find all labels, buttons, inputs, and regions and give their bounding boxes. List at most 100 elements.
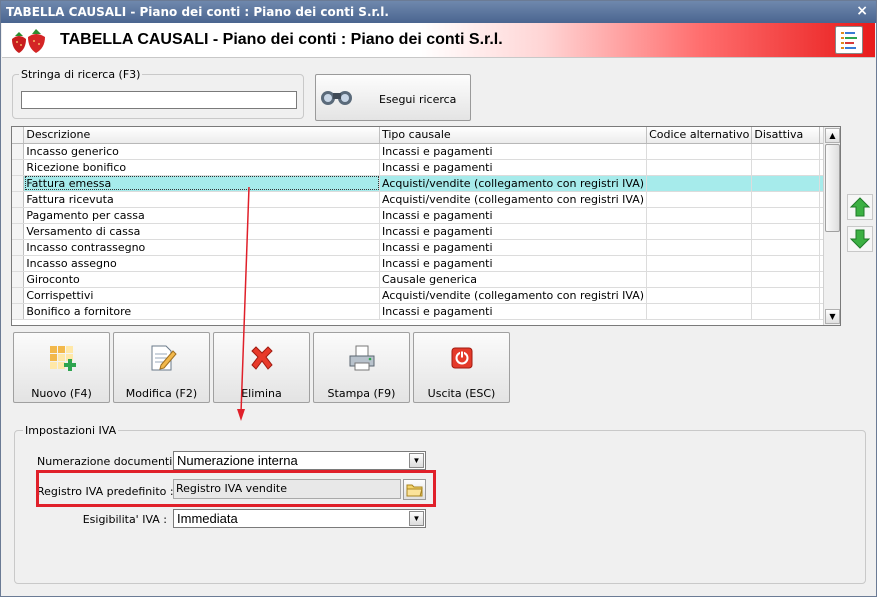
row-indicator [12, 255, 25, 272]
cell-tipo-causale[interactable]: Incassi e pagamenti [379, 143, 648, 160]
numerazione-select[interactable]: Numerazione interna ▼ [173, 451, 426, 470]
cell-tipo-causale[interactable]: Causale generica [379, 271, 648, 288]
cell-descrizione[interactable]: Corrispettivi [23, 287, 380, 304]
table-row[interactable]: Versamento di cassa Incassi e pagamenti [12, 223, 840, 240]
cell-disattiva[interactable] [751, 175, 821, 192]
green-arrow-up-icon [849, 197, 871, 217]
table-row[interactable]: Fattura emessa Acquisti/vendite (collegam… [12, 175, 840, 192]
row-indicator [12, 303, 25, 320]
causali-table[interactable]: Descrizione Tipo causale Codice alternat… [11, 126, 841, 326]
cell-descrizione[interactable]: Versamento di cassa [23, 223, 380, 240]
uscita-button[interactable]: Uscita (ESC) [413, 332, 510, 403]
cell-tipo-causale[interactable]: Incassi e pagamenti [379, 303, 648, 320]
cell-codice-alternativo[interactable] [646, 239, 753, 256]
table-row[interactable]: Incasso generico Incassi e pagamenti [12, 143, 840, 160]
cell-codice-alternativo[interactable] [646, 287, 753, 304]
cell-tipo-causale[interactable]: Acquisti/vendite (collegamento con regis… [379, 175, 648, 192]
table-row[interactable]: Bonifico a fornitore Incassi e pagamenti [12, 303, 840, 320]
chevron-down-icon[interactable]: ▼ [409, 453, 424, 468]
cell-tipo-causale[interactable]: Incassi e pagamenti [379, 255, 648, 272]
cell-disattiva[interactable] [751, 255, 821, 272]
row-indicator [12, 223, 25, 240]
table-row[interactable]: Fattura ricevuta Acquisti/vendite (colleg… [12, 191, 840, 208]
window-title: TABELLA CAUSALI - Piano dei conti : Pian… [6, 5, 389, 19]
cell-disattiva[interactable] [751, 239, 821, 256]
cell-descrizione[interactable]: Ricezione bonifico [23, 159, 380, 176]
column-header-tipo-causale[interactable]: Tipo causale [379, 127, 648, 144]
column-header-codice-alternativo[interactable]: Codice alternativo [646, 127, 753, 144]
row-indicator [12, 143, 25, 160]
move-up-button[interactable] [847, 194, 873, 220]
stampa-button[interactable]: Stampa (F9) [313, 332, 410, 403]
cell-tipo-causale[interactable]: Acquisti/vendite (collegamento con regis… [379, 191, 648, 208]
column-header-disattiva[interactable]: Disattiva [751, 127, 821, 144]
table-row[interactable]: Incasso assegno Incassi e pagamenti [12, 255, 840, 272]
elimina-label: Elimina [241, 387, 282, 400]
nuovo-button[interactable]: Nuovo (F4) [13, 332, 110, 403]
modifica-label: Modifica (F2) [125, 387, 198, 400]
column-header-descrizione[interactable]: Descrizione [23, 127, 380, 144]
registro-browse-button[interactable] [403, 479, 426, 500]
cell-codice-alternativo[interactable] [646, 175, 753, 192]
search-button[interactable]: Esegui ricerca [315, 74, 471, 121]
search-legend: Stringa di ricerca (F3) [19, 68, 143, 81]
strawberries-icon [12, 29, 45, 53]
cell-disattiva[interactable] [751, 159, 821, 176]
cell-descrizione[interactable]: Incasso generico [23, 143, 380, 160]
cell-descrizione[interactable]: Bonifico a fornitore [23, 303, 380, 320]
scroll-thumb[interactable] [825, 144, 840, 232]
cell-codice-alternativo[interactable] [646, 207, 753, 224]
cell-descrizione[interactable]: Fattura ricevuta [23, 191, 380, 208]
cell-descrizione[interactable]: Fattura emessa [23, 175, 380, 192]
cell-tipo-causale[interactable]: Incassi e pagamenti [379, 207, 648, 224]
move-down-button[interactable] [847, 226, 873, 252]
esigibilita-select[interactable]: Immediata ▼ [173, 509, 426, 528]
scroll-down-icon[interactable]: ▼ [825, 309, 840, 324]
cell-descrizione[interactable]: Giroconto [23, 271, 380, 288]
cell-tipo-causale[interactable]: Acquisti/vendite (collegamento con regis… [379, 287, 648, 304]
cell-disattiva[interactable] [751, 303, 821, 320]
chevron-down-icon[interactable]: ▼ [409, 511, 424, 526]
cell-disattiva[interactable] [751, 191, 821, 208]
cell-descrizione[interactable]: Pagamento per cassa [23, 207, 380, 224]
numerazione-value: Numerazione interna [177, 453, 298, 468]
cell-descrizione[interactable]: Incasso contrassegno [23, 239, 380, 256]
cell-codice-alternativo[interactable] [646, 191, 753, 208]
scroll-up-icon[interactable]: ▲ [825, 128, 840, 143]
table-row[interactable]: Ricezione bonifico Incassi e pagamenti [12, 159, 840, 176]
cell-disattiva[interactable] [751, 223, 821, 240]
numerazione-label: Numerazione documenti : [37, 455, 180, 468]
cell-codice-alternativo[interactable] [646, 271, 753, 288]
cell-codice-alternativo[interactable] [646, 143, 753, 160]
printer-icon [349, 345, 375, 371]
cell-codice-alternativo[interactable] [646, 223, 753, 240]
search-group: Stringa di ricerca (F3) [12, 68, 304, 119]
table-row[interactable]: Incasso contrassegno Incassi e pagamenti [12, 239, 840, 256]
elimina-button[interactable]: Elimina [213, 332, 310, 403]
cell-disattiva[interactable] [751, 143, 821, 160]
cell-tipo-causale[interactable]: Incassi e pagamenti [379, 239, 648, 256]
table-row[interactable]: Corrispettivi Acquisti/vendite (collegame… [12, 287, 840, 304]
search-input[interactable] [21, 91, 297, 109]
title-bar[interactable]: TABELLA CAUSALI - Piano dei conti : Pian… [1, 1, 876, 23]
cell-tipo-causale[interactable]: Incassi e pagamenti [379, 223, 648, 240]
close-icon[interactable]: × [856, 3, 868, 19]
cell-descrizione[interactable]: Incasso assegno [23, 255, 380, 272]
row-indicator [12, 271, 25, 288]
table-row[interactable]: Giroconto Causale generica [12, 271, 840, 288]
cell-disattiva[interactable] [751, 271, 821, 288]
cell-codice-alternativo[interactable] [646, 255, 753, 272]
row-indicator-header [12, 127, 25, 144]
table-row[interactable]: Pagamento per cassa Incassi e pagamenti [12, 207, 840, 224]
table-scrollbar[interactable]: ▲ ▼ [823, 127, 840, 325]
modifica-button[interactable]: Modifica (F2) [113, 332, 210, 403]
row-indicator [12, 287, 25, 304]
cell-disattiva[interactable] [751, 287, 821, 304]
binoculars-icon [321, 91, 352, 105]
cell-codice-alternativo[interactable] [646, 303, 753, 320]
list-menu-icon[interactable] [835, 26, 863, 54]
cell-tipo-causale[interactable]: Incassi e pagamenti [379, 159, 648, 176]
registro-field[interactable]: Registro IVA vendite [173, 479, 401, 499]
cell-codice-alternativo[interactable] [646, 159, 753, 176]
cell-disattiva[interactable] [751, 207, 821, 224]
